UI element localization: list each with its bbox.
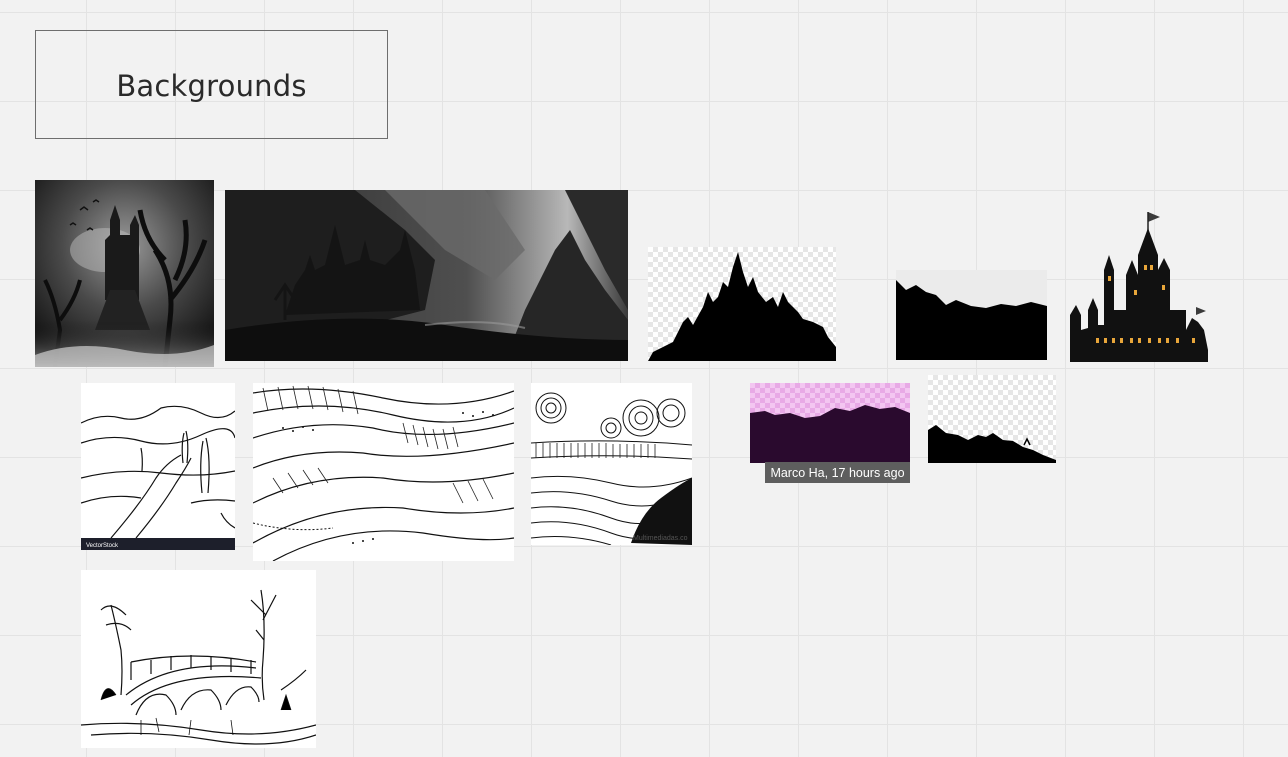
castle-silhouette-image[interactable] bbox=[648, 247, 836, 361]
castle-lit-windows-image[interactable] bbox=[1066, 210, 1208, 362]
author-timestamp-tooltip: Marco Ha, 17 hours ago bbox=[765, 462, 910, 483]
dark-castle-canyon-image[interactable] bbox=[225, 190, 628, 361]
hill-silhouette-image[interactable] bbox=[928, 375, 1056, 463]
stone-bridge-sketch-image[interactable] bbox=[81, 570, 316, 748]
mountain-silhouette-pink-image[interactable] bbox=[750, 383, 910, 463]
zentangle-hills-image[interactable] bbox=[253, 383, 514, 561]
zentangle-river-image[interactable]: Multimediadas.co bbox=[531, 383, 692, 545]
frame-title: Backgrounds bbox=[116, 68, 307, 103]
backgrounds-frame[interactable]: Backgrounds bbox=[35, 30, 388, 139]
vectorstock-watermark: VectorStock bbox=[86, 543, 119, 549]
cliff-silhouette-image[interactable] bbox=[896, 270, 1047, 360]
multimedia-watermark: Multimediadas.co bbox=[633, 535, 688, 542]
road-landscape-sketch-image[interactable]: VectorStock bbox=[81, 383, 235, 550]
dark-castle-tree-image[interactable] bbox=[35, 180, 214, 367]
